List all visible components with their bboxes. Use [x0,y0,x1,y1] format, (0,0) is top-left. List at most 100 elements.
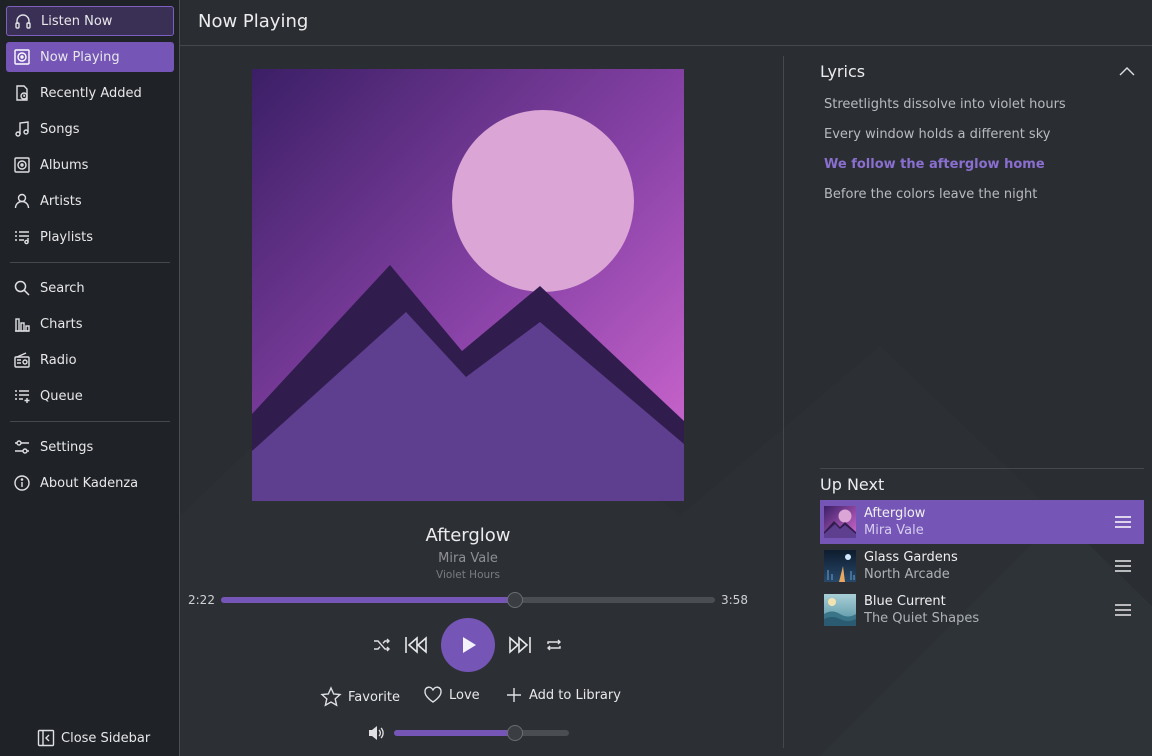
chevron-up-icon [1119,67,1135,76]
headphones-icon [13,11,33,31]
sidebar-item-playlists[interactable]: Playlists [6,222,174,252]
skip-next-icon [509,636,531,654]
sidebar-item-recently-added[interactable]: Recently Added [6,78,174,108]
sidebar-item-songs[interactable]: Songs [6,114,174,144]
sidebar-item-now-playing[interactable]: Now Playing [6,42,174,72]
love-button[interactable]: Love [423,686,480,704]
track-artist[interactable]: Mira Vale [252,551,684,566]
sidebar-item-about[interactable]: About Kadenza [6,468,174,498]
repeat-button[interactable] [543,635,565,655]
love-label: Love [449,687,480,703]
play-icon [463,637,476,653]
queue-item-thumbnail [824,594,856,626]
add-to-library-label: Add to Library [529,687,621,703]
sidebar-item-label: Radio [40,352,77,368]
radio-icon [12,350,32,370]
sidebar-item-listen-now[interactable]: Listen Now [6,6,174,36]
volume-slider-fill [394,730,515,736]
previous-button[interactable] [403,633,429,657]
plus-icon [505,686,523,704]
close-sidebar-button[interactable]: Close Sidebar [37,729,150,747]
sidebar-item-label: Songs [40,121,80,137]
favorite-label: Favorite [348,689,400,705]
lyric-line[interactable]: Streetlights dissolve into violet hours [824,97,1066,112]
seek-bar[interactable] [221,592,715,608]
sidebar-item-label: Queue [40,388,83,404]
up-next-separator [820,468,1144,469]
drag-handle-icon[interactable] [1114,559,1132,573]
charts-icon [12,314,32,334]
shuffle-button[interactable] [371,635,393,655]
shuffle-icon [374,638,390,652]
queue-icon [12,386,32,406]
sidebar-item-label: Recently Added [40,85,142,101]
volume-slider[interactable] [394,725,569,741]
recently-added-icon [12,83,32,103]
sidebar-item-label: About Kadenza [40,475,139,491]
sidebar-divider [10,262,170,263]
repeat-icon [547,639,561,651]
lyric-line[interactable]: Every window holds a different sky [824,127,1050,142]
total-duration: 3:58 [721,593,748,607]
sidebar-item-label: Playlists [40,229,93,245]
info-icon [12,473,32,493]
queue-item-title: Blue Current [864,594,946,609]
track-title: Afterglow [425,525,511,546]
sidebar-item-label: Listen Now [41,13,113,29]
favorite-button[interactable]: Favorite [320,686,400,708]
sidebar-item-label: Albums [40,157,89,173]
seek-handle[interactable] [507,592,523,608]
drag-handle-icon[interactable] [1114,515,1132,529]
sidebar-item-albums[interactable]: Albums [6,150,174,180]
panel-separator [783,56,784,748]
collapse-lyrics-button[interactable] [1118,63,1136,79]
queue-item-title: Afterglow [864,506,926,521]
page-title: Now Playing [198,11,309,32]
album-art [252,69,684,501]
sidebar-item-radio[interactable]: Radio [6,345,174,375]
up-next-title: Up Next [820,475,885,494]
now-playing-icon [12,47,32,67]
queue-item-artist: Mira Vale [864,523,924,538]
sidebar-item-queue[interactable]: Queue [6,381,174,411]
playlist-icon [12,227,32,247]
queue-item-thumbnail [824,550,856,582]
album-icon [12,155,32,175]
sidebar-item-settings[interactable]: Settings [6,432,174,462]
lyrics-title: Lyrics [820,62,866,81]
seek-bar-fill [221,597,515,603]
heart-icon [423,686,443,704]
next-button[interactable] [507,633,533,657]
queue-item-thumbnail [824,506,856,538]
sidebar-item-label: Charts [40,316,83,332]
volume-icon [369,726,384,740]
star-icon [320,686,342,708]
artist-icon [12,191,32,211]
sidebar-collapse-icon [37,729,55,747]
queue-item[interactable]: Blue Current The Quiet Shapes [820,588,1144,632]
lyric-line[interactable]: Before the colors leave the night [824,187,1037,202]
sidebar-item-label: Now Playing [40,49,120,65]
track-album[interactable]: Violet Hours [252,569,684,581]
queue-item[interactable]: Afterglow Mira Vale [820,500,1144,544]
music-note-icon [12,119,32,139]
page-header: Now Playing [180,0,1152,46]
queue-item-title: Glass Gardens [864,550,958,565]
lyric-line-current[interactable]: We follow the afterglow home [824,157,1045,172]
queue-item[interactable]: Glass Gardens North Arcade [820,544,1144,588]
queue-item-artist: The Quiet Shapes [864,611,980,626]
add-to-library-button[interactable]: Add to Library [505,686,621,704]
close-sidebar-label: Close Sidebar [61,730,151,746]
play-button[interactable] [441,618,495,672]
search-icon [12,278,32,298]
sidebar-item-artists[interactable]: Artists [6,186,174,216]
skip-previous-icon [405,636,427,654]
sidebar-item-label: Search [40,280,85,296]
mute-button[interactable] [366,723,386,743]
drag-handle-icon[interactable] [1114,603,1132,617]
sidebar-divider [10,421,170,422]
sidebar-item-charts[interactable]: Charts [6,309,174,339]
sidebar-item-search[interactable]: Search [6,273,174,303]
volume-handle[interactable] [507,725,523,741]
sidebar-item-label: Settings [40,439,94,455]
